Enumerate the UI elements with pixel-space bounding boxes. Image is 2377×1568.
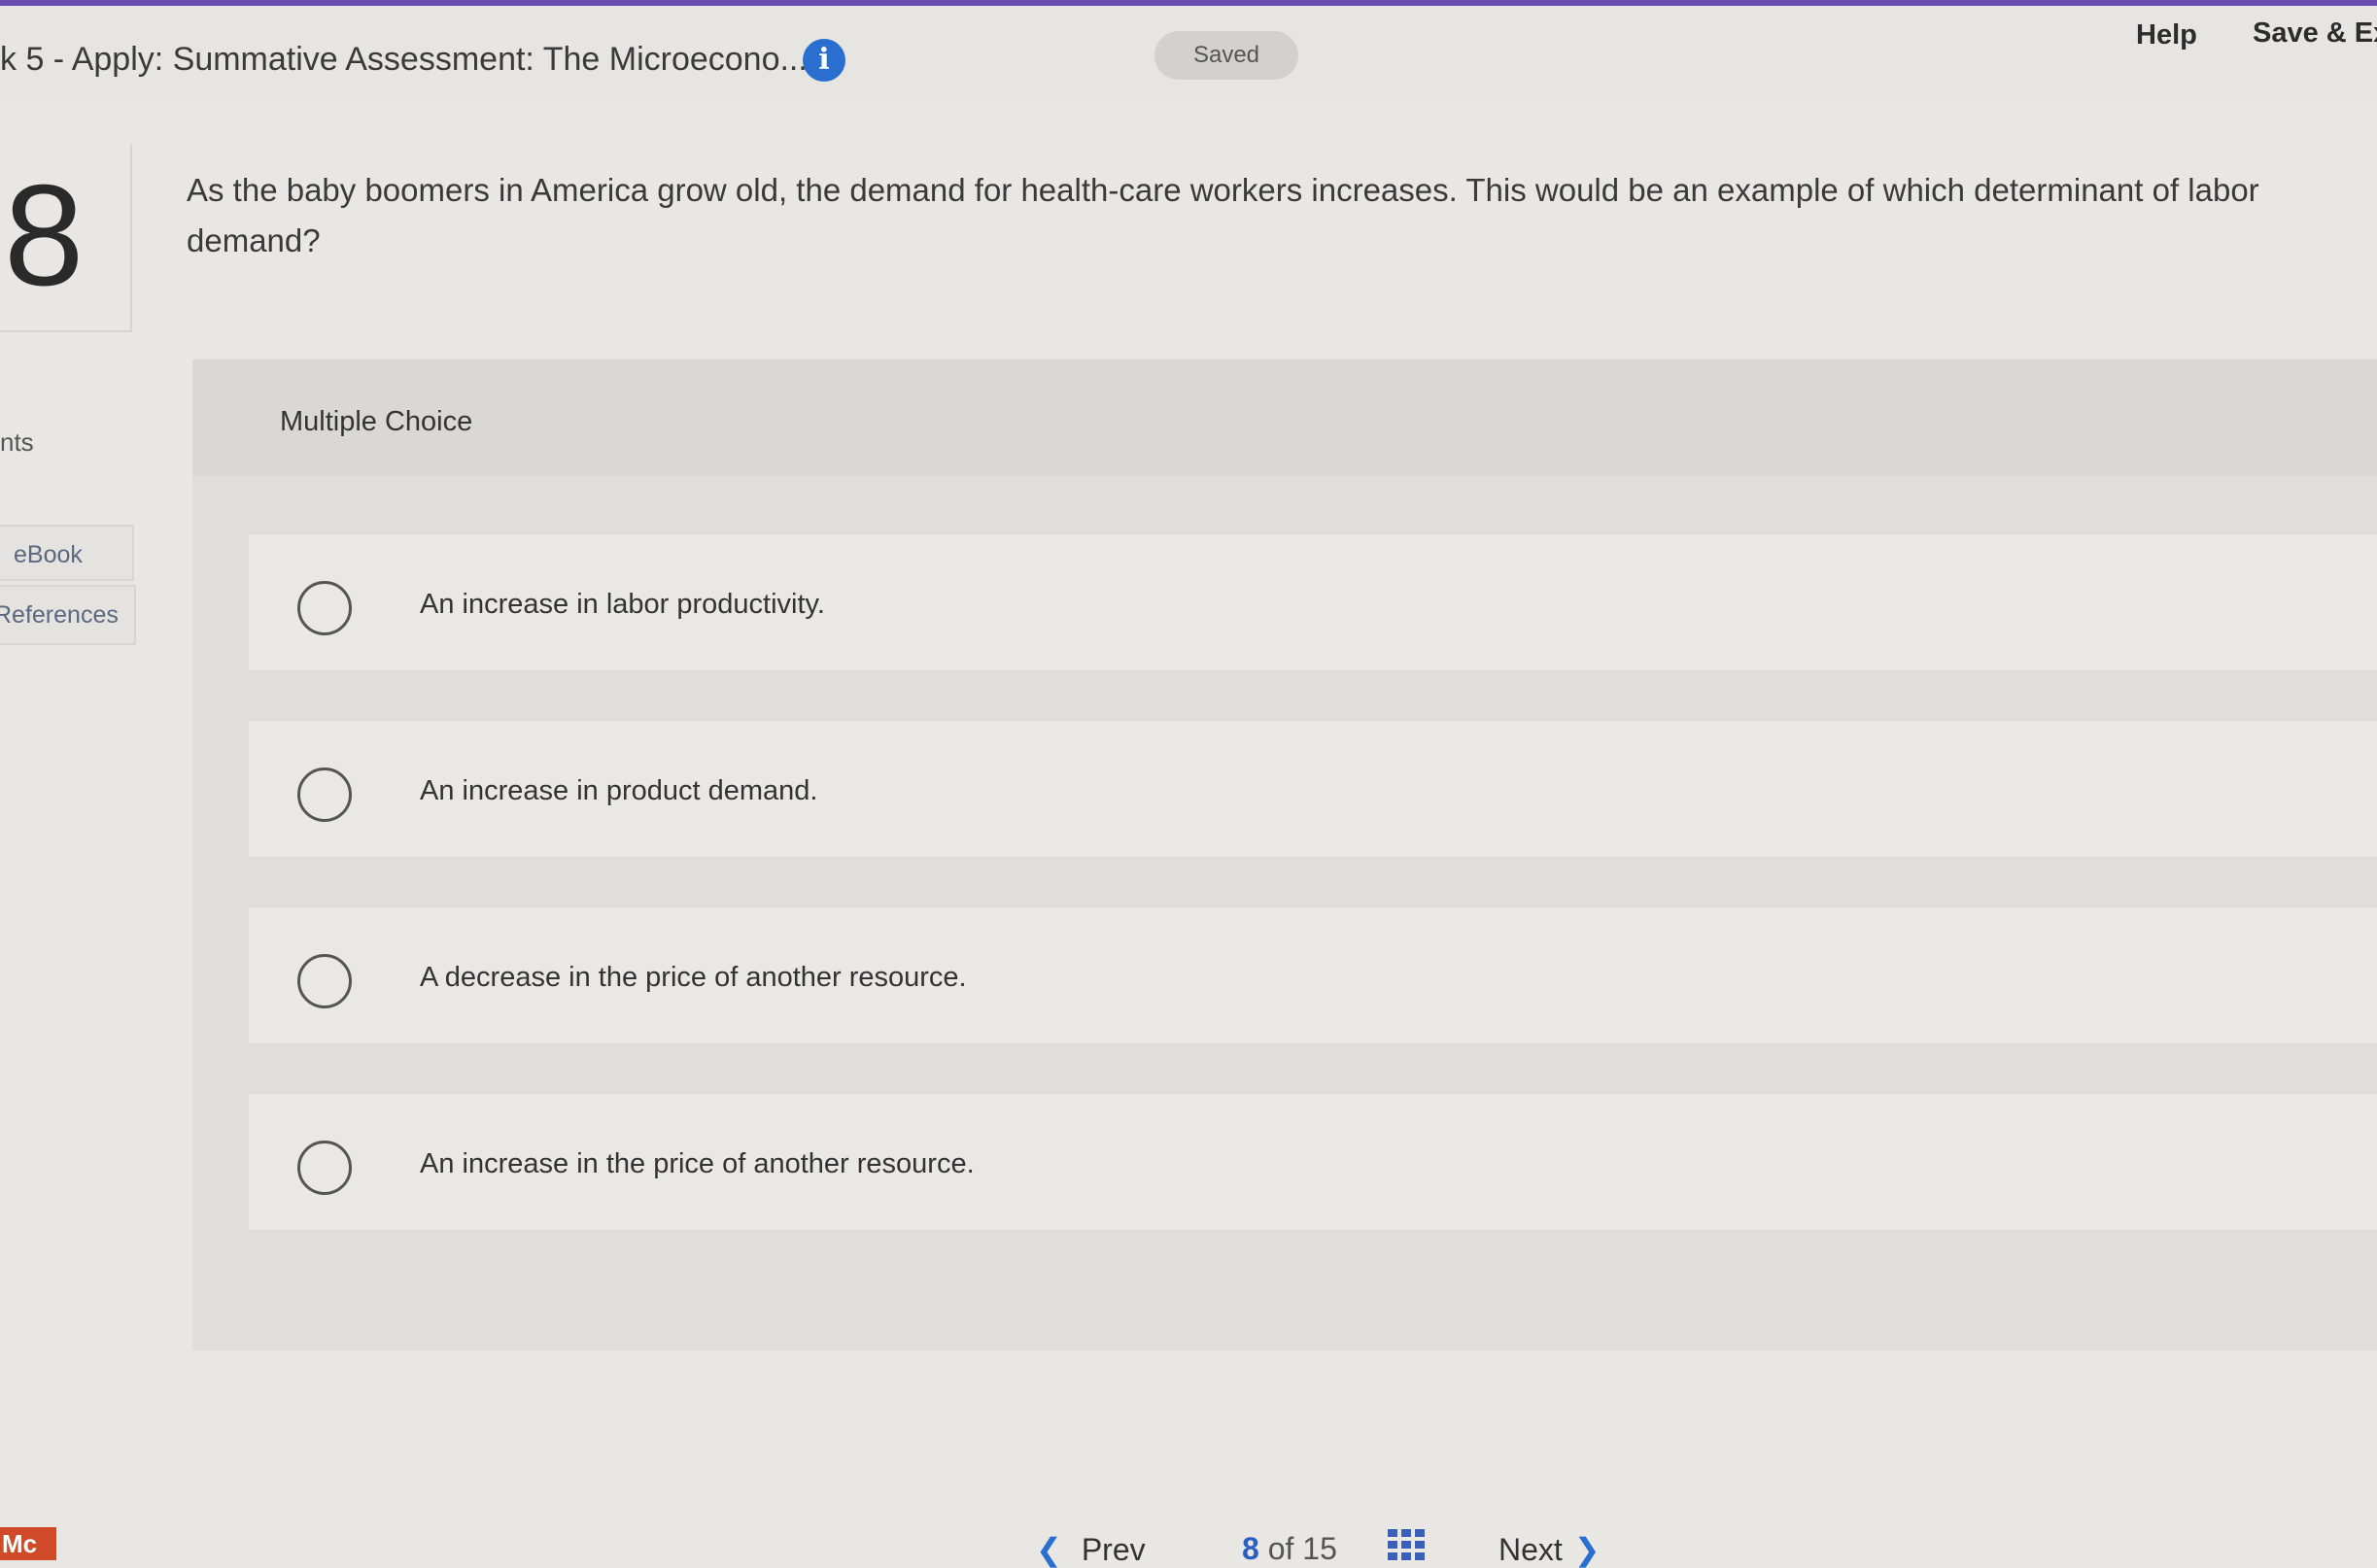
answer-choice-text: An increase in labor productivity.	[420, 589, 825, 620]
answer-choice-2[interactable]: An increase in product demand.	[249, 721, 2377, 857]
question-number: 8	[4, 155, 85, 316]
answer-choice-text: An increase in the price of another reso…	[420, 1148, 975, 1179]
answer-choice-3[interactable]: A decrease in the price of another resou…	[249, 907, 2377, 1043]
references-tab-label: References	[0, 601, 119, 629]
prev-label: Prev	[1081, 1532, 1146, 1567]
assessment-header: k 5 - Apply: Summative Assessment: The M…	[0, 6, 2377, 103]
prev-button[interactable]: ❮ Prev	[1036, 1531, 1146, 1568]
multiple-choice-panel: Multiple Choice An increase in labor pro…	[192, 359, 2377, 1350]
radio-button[interactable]	[297, 1141, 352, 1195]
of-label: of	[1267, 1531, 1294, 1566]
info-icon[interactable]: i	[803, 39, 845, 82]
saved-status-badge: Saved	[1154, 31, 1298, 80]
ebook-tab-label: eBook	[14, 541, 83, 568]
chevron-left-icon: ❮	[1036, 1532, 1062, 1567]
save-exit-button[interactable]: Save & Ex	[2253, 17, 2377, 50]
help-button[interactable]: Help	[2136, 19, 2197, 51]
points-label: nts	[0, 427, 34, 457]
multiple-choice-label: Multiple Choice	[280, 406, 473, 437]
answer-choice-1[interactable]: An increase in labor productivity.	[249, 534, 2377, 670]
radio-button[interactable]	[297, 581, 352, 635]
references-tab[interactable]: References	[0, 585, 136, 645]
current-page: 8	[1242, 1531, 1259, 1566]
question-grid-icon[interactable]	[1388, 1529, 1425, 1560]
answer-choice-text: A decrease in the price of another resou…	[420, 962, 967, 993]
total-pages: 15	[1302, 1531, 1337, 1566]
answer-choice-4[interactable]: An increase in the price of another reso…	[249, 1094, 2377, 1230]
multiple-choice-header: Multiple Choice	[192, 359, 2377, 476]
assessment-title: k 5 - Apply: Summative Assessment: The M…	[0, 41, 808, 78]
ebook-tab[interactable]: eBook	[0, 525, 134, 581]
answer-choice-text: An increase in product demand.	[420, 775, 818, 806]
next-button[interactable]: Next ❯	[1499, 1531, 1601, 1568]
question-pager: 8 of 15	[1242, 1531, 1337, 1567]
chevron-right-icon: ❯	[1573, 1532, 1601, 1567]
radio-button[interactable]	[297, 767, 352, 822]
brand-badge: Mc	[0, 1527, 56, 1560]
question-prompt: As the baby boomers in America grow old,…	[187, 172, 2259, 258]
radio-button[interactable]	[297, 954, 352, 1008]
next-label: Next	[1499, 1532, 1563, 1567]
